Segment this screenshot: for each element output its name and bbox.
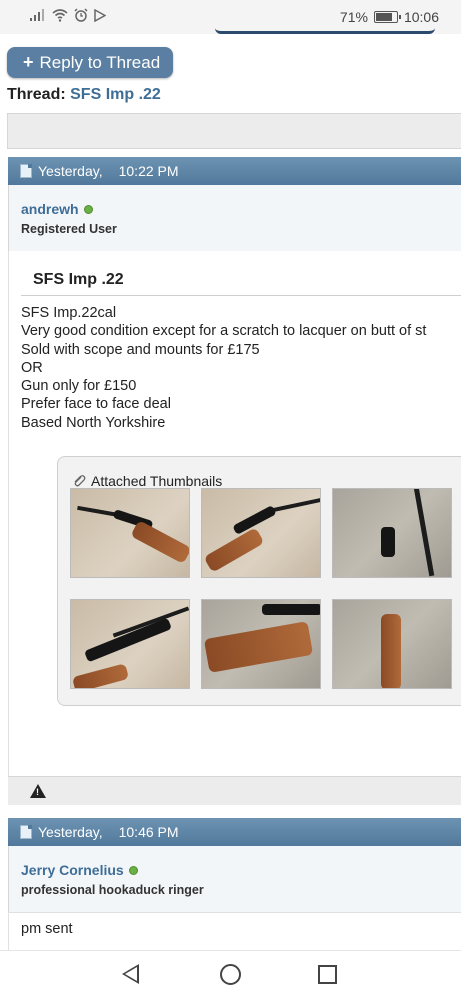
report-warning-icon[interactable] <box>30 784 46 798</box>
thumbnail-image[interactable] <box>332 599 452 689</box>
battery-icon <box>373 11 401 23</box>
thumbnail-image[interactable] <box>201 488 321 578</box>
online-status-icon <box>128 865 138 875</box>
post-footer <box>8 776 461 805</box>
post-line: Gun only for £150 <box>21 378 137 395</box>
post-time: 10:46 PM <box>118 824 179 840</box>
system-navigation-bar <box>0 950 461 1000</box>
post-line: SFS Imp.22cal <box>21 305 117 321</box>
thumbnail-image[interactable] <box>332 488 452 578</box>
nfc-icon <box>94 8 106 22</box>
reply-button-label: Reply to Thread <box>39 52 161 72</box>
post-body: pm sent <box>8 912 461 950</box>
home-icon[interactable] <box>220 964 241 985</box>
attachments-label: Attached Thumbnails <box>91 473 223 489</box>
post-message: SFS Imp.22cal Very good condition except… <box>21 304 461 432</box>
user-title: Registered User <box>21 222 117 236</box>
post-title: SFS Imp .22 <box>33 271 124 288</box>
thread-title: Thread: SFS Imp .22 <box>7 86 161 104</box>
post-time: 10:22 PM <box>118 163 179 179</box>
top-nav-edge <box>215 26 435 34</box>
attachments-box: Attached Thumbnails <box>57 456 461 706</box>
post-header: Yesterday, 10:22 PM <box>8 157 461 185</box>
thread-title-link[interactable]: SFS Imp .22 <box>70 86 161 103</box>
alarm-icon <box>74 8 88 22</box>
post-document-icon <box>20 825 32 839</box>
thread-title-prefix: Thread: <box>7 86 66 103</box>
post-line: OR <box>21 359 43 376</box>
thread-toolbar <box>7 113 461 149</box>
post-line: Very good condition except for a scratch… <box>21 323 427 340</box>
post-document-icon <box>20 164 32 178</box>
post-userinfo: andrewh Registered User <box>8 185 461 251</box>
divider <box>21 295 461 296</box>
recent-apps-icon[interactable] <box>318 965 337 984</box>
paperclip-icon <box>74 475 86 487</box>
battery-percent: 71% <box>339 9 368 25</box>
post-date: Yesterday, <box>38 163 103 179</box>
reply-to-thread-button[interactable]: + Reply to Thread <box>7 47 173 78</box>
thumbnail-image[interactable] <box>70 599 190 689</box>
back-icon[interactable] <box>122 964 139 984</box>
user-title: professional hookaduck ringer <box>21 883 204 897</box>
clock: 10:06 <box>403 9 439 25</box>
online-status-icon <box>83 204 93 214</box>
post-line: Based North Yorkshire <box>21 414 166 431</box>
signal-icon <box>30 9 44 21</box>
thumbnail-image[interactable] <box>70 488 190 578</box>
post-date: Yesterday, <box>38 824 103 840</box>
thumbnail-image[interactable] <box>201 599 321 689</box>
post-userinfo: Jerry Cornelius professional hookaduck r… <box>8 846 461 912</box>
post-message: pm sent <box>21 921 73 937</box>
attachments-header: Attached Thumbnails <box>72 473 222 489</box>
wifi-icon <box>52 8 68 22</box>
post-header: Yesterday, 10:46 PM <box>8 818 461 846</box>
plus-icon: + <box>23 52 34 72</box>
status-bar: 71% 10:06 <box>0 0 461 34</box>
post-line: Sold with scope and mounts for £175 <box>21 341 260 358</box>
post-line: Prefer face to face deal <box>21 396 171 413</box>
post-body: SFS Imp .22 SFS Imp.22cal Very good cond… <box>8 251 461 776</box>
username-link[interactable]: andrewh <box>21 201 79 217</box>
username-link[interactable]: Jerry Cornelius <box>21 862 124 878</box>
